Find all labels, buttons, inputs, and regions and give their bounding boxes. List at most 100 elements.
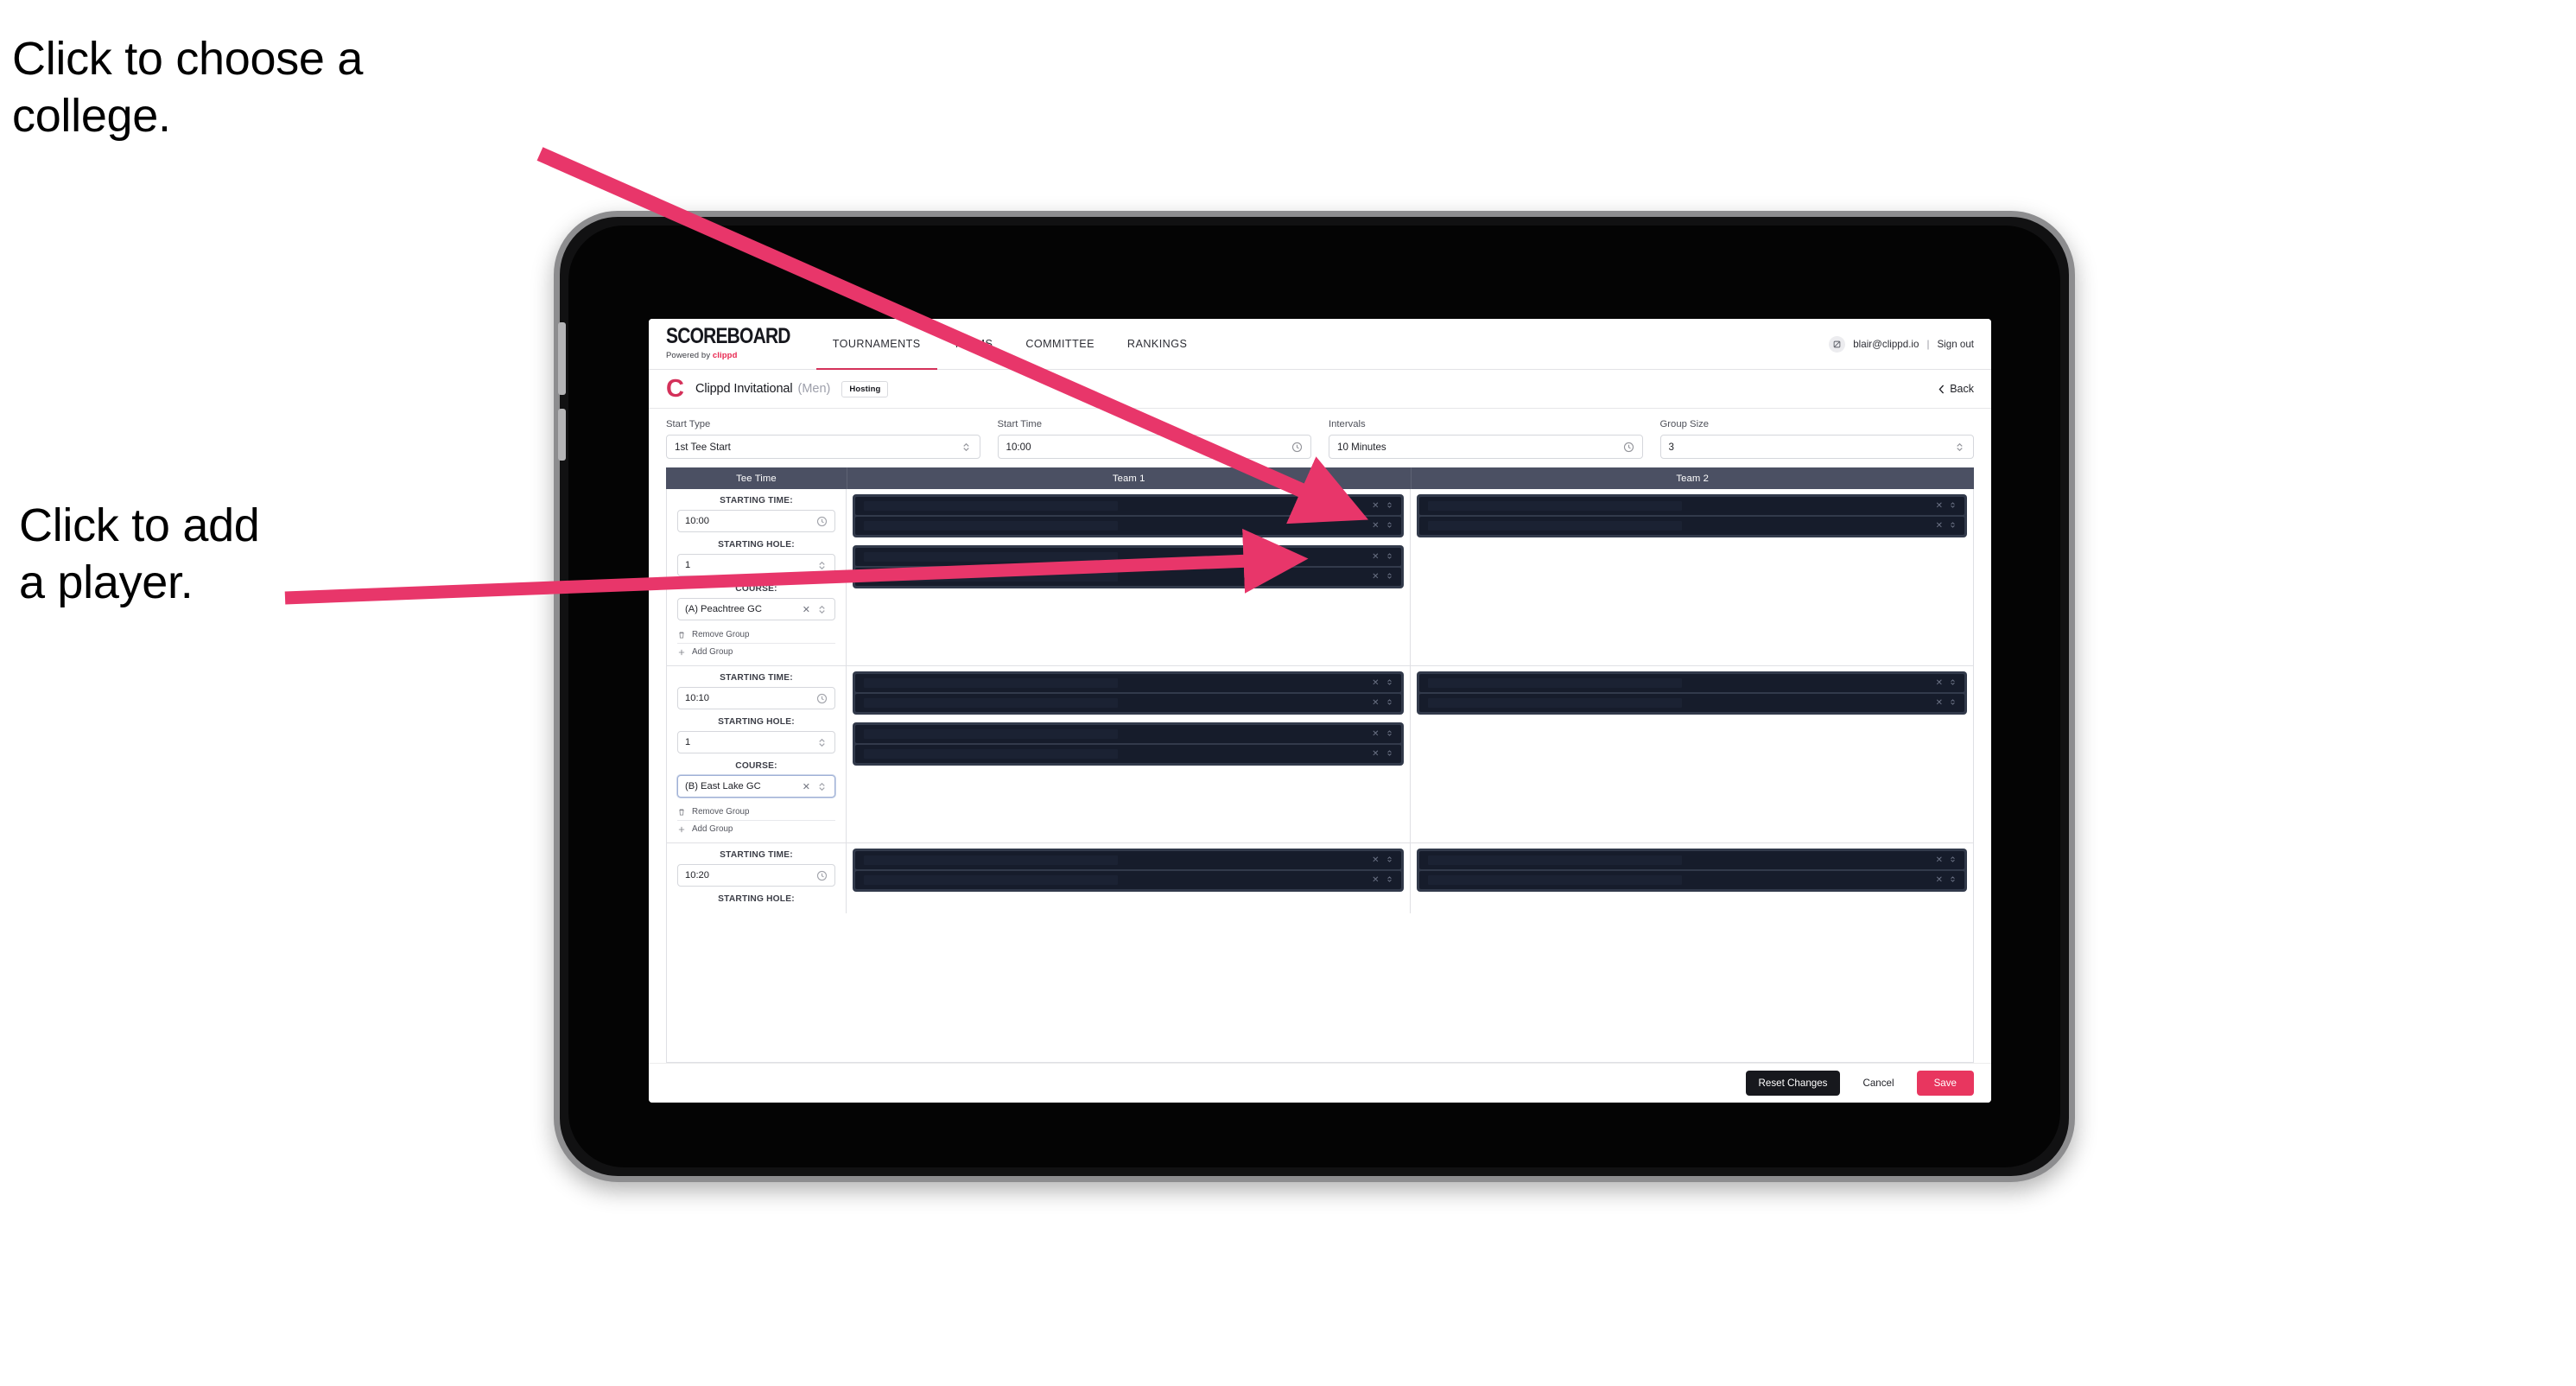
player-group: ✕ ✕ <box>853 849 1404 892</box>
player-name-redacted <box>864 572 1118 582</box>
brand-wordmark: SCOREBOARD <box>666 324 790 349</box>
group-size-stepper[interactable]: 3 <box>1659 435 1974 459</box>
remove-player-icon[interactable]: ✕ <box>1936 855 1943 865</box>
player-stepper-icon[interactable] <box>1386 678 1393 689</box>
remove-player-icon[interactable]: ✕ <box>1936 521 1943 531</box>
chevron-left-icon <box>1938 385 1945 393</box>
tournament-name-label: Clippd Invitational <box>695 382 793 396</box>
back-button[interactable]: Back <box>1938 383 1974 395</box>
nav-tab-teams[interactable]: TEAMS <box>937 319 1010 369</box>
nav-tab-tournaments[interactable]: TOURNAMENTS <box>815 319 937 370</box>
remove-player-icon[interactable]: ✕ <box>1372 875 1379 885</box>
remove-group-button[interactable]: Remove Group <box>677 804 835 821</box>
sign-out-link[interactable]: Sign out <box>1937 339 1974 350</box>
remove-player-icon[interactable]: ✕ <box>1372 552 1379 562</box>
hosting-status-badge: Hosting <box>841 380 889 397</box>
starting-time-input[interactable]: 10:10 <box>677 687 835 709</box>
player-slot-row[interactable]: ✕ <box>855 745 1401 763</box>
remove-player-icon[interactable]: ✕ <box>1372 698 1379 708</box>
remove-group-button[interactable]: Remove Group <box>677 626 835 644</box>
device-volume-up-button[interactable] <box>558 322 566 395</box>
player-stepper-icon[interactable] <box>1949 501 1957 512</box>
remove-player-icon[interactable]: ✕ <box>1936 698 1943 708</box>
user-account-area: blair@clippd.io | Sign out <box>1829 319 1991 369</box>
player-name-redacted <box>864 875 1118 885</box>
remove-player-icon[interactable]: ✕ <box>1372 678 1379 688</box>
player-stepper-icon[interactable] <box>1386 552 1393 563</box>
start-type-select[interactable]: 1st Tee Start <box>666 435 980 459</box>
player-slot-row[interactable]: ✕ <box>855 674 1401 692</box>
player-slot-row[interactable]: ✕ <box>855 517 1401 535</box>
scoreboard-logo[interactable]: SCOREBOARD Powered by clippd <box>649 319 804 369</box>
player-stepper-icon[interactable] <box>1949 875 1957 886</box>
clear-course-icon[interactable]: ✕ <box>803 781 810 792</box>
remove-player-icon[interactable]: ✕ <box>1372 729 1379 739</box>
player-name-redacted <box>864 749 1118 759</box>
course-select[interactable]: (B) East Lake GC ✕ <box>677 775 835 798</box>
player-stepper-icon[interactable] <box>1386 875 1393 886</box>
player-slot-row[interactable]: ✕ <box>855 548 1401 566</box>
column-header-team-1: Team 1 <box>847 467 1412 489</box>
reset-changes-button[interactable]: Reset Changes <box>1745 1071 1841 1096</box>
add-group-button[interactable]: Add Group <box>677 821 835 837</box>
player-stepper-icon[interactable] <box>1949 855 1957 866</box>
starting-hole-stepper[interactable]: 1 <box>677 554 835 576</box>
save-button[interactable]: Save <box>1916 1071 1974 1096</box>
player-slot-row[interactable]: ✕ <box>1418 674 1964 692</box>
add-group-button[interactable]: Add Group <box>677 644 835 660</box>
player-slot-row[interactable]: ✕ <box>855 568 1401 586</box>
clock-icon <box>1623 442 1634 452</box>
player-stepper-icon[interactable] <box>1386 501 1393 512</box>
remove-player-icon[interactable]: ✕ <box>1372 855 1379 865</box>
player-name-redacted <box>864 678 1118 688</box>
player-slot-row[interactable]: ✕ <box>1418 871 1964 889</box>
player-name-redacted <box>864 729 1118 739</box>
nav-tab-rankings[interactable]: RANKINGS <box>1111 319 1203 369</box>
starting-hole-stepper[interactable]: 1 <box>677 731 835 753</box>
player-stepper-icon[interactable] <box>1386 729 1393 740</box>
player-name-redacted <box>1427 678 1682 688</box>
player-slot-row[interactable]: ✕ <box>855 694 1401 712</box>
user-avatar-icon[interactable] <box>1829 335 1846 353</box>
player-stepper-icon[interactable] <box>1949 678 1957 689</box>
device-volume-down-button[interactable] <box>558 409 566 461</box>
start-time-input[interactable]: 10:00 <box>997 435 1311 459</box>
player-slot-row[interactable]: ✕ <box>855 871 1401 889</box>
player-stepper-icon[interactable] <box>1949 698 1957 709</box>
player-slot-row[interactable]: ✕ <box>1418 851 1964 869</box>
player-name-redacted <box>864 855 1118 865</box>
stepper-updown-icon <box>1386 855 1392 862</box>
cancel-button[interactable]: Cancel <box>1852 1071 1904 1096</box>
intervals-input[interactable]: 10 Minutes <box>1329 435 1643 459</box>
player-stepper-icon[interactable] <box>1949 521 1957 531</box>
start-type-value: 1st Tee Start <box>675 441 731 453</box>
player-stepper-icon[interactable] <box>1386 698 1393 709</box>
player-stepper-icon[interactable] <box>1386 749 1393 760</box>
starting-time-input[interactable]: 10:00 <box>677 510 835 532</box>
player-stepper-icon[interactable] <box>1386 855 1393 866</box>
player-slot-row[interactable]: ✕ <box>855 497 1401 515</box>
player-slot-row[interactable]: ✕ <box>1418 517 1964 535</box>
remove-player-icon[interactable]: ✕ <box>1372 749 1379 759</box>
player-stepper-icon[interactable] <box>1386 572 1393 582</box>
stepper-updown-icon <box>1386 729 1392 736</box>
remove-player-icon[interactable]: ✕ <box>1936 678 1943 688</box>
nav-tab-committee[interactable]: COMMITTEE <box>1009 319 1111 369</box>
player-slot-row[interactable]: ✕ <box>855 725 1401 743</box>
player-slot-row[interactable]: ✕ <box>1418 694 1964 712</box>
starting-time-input[interactable]: 10:20 <box>677 864 835 887</box>
player-group: ✕ ✕ <box>853 494 1404 537</box>
player-slot-row[interactable]: ✕ <box>855 851 1401 869</box>
remove-player-icon[interactable]: ✕ <box>1372 521 1379 531</box>
remove-player-icon[interactable]: ✕ <box>1936 875 1943 885</box>
remove-player-icon[interactable]: ✕ <box>1372 501 1379 511</box>
remove-player-icon[interactable]: ✕ <box>1936 501 1943 511</box>
remove-group-label: Remove Group <box>692 630 750 639</box>
player-stepper-icon[interactable] <box>1386 521 1393 531</box>
tee-times-table: Tee Time Team 1 Team 2 STARTING TIME: 10:… <box>649 467 1991 1063</box>
tee-time-settings-cell: STARTING TIME: 10:20 STARTING HOLE: <box>667 843 847 913</box>
remove-player-icon[interactable]: ✕ <box>1372 572 1379 582</box>
clear-course-icon[interactable]: ✕ <box>803 604 810 615</box>
player-slot-row[interactable]: ✕ <box>1418 497 1964 515</box>
course-select[interactable]: (A) Peachtree GC ✕ <box>677 598 835 620</box>
